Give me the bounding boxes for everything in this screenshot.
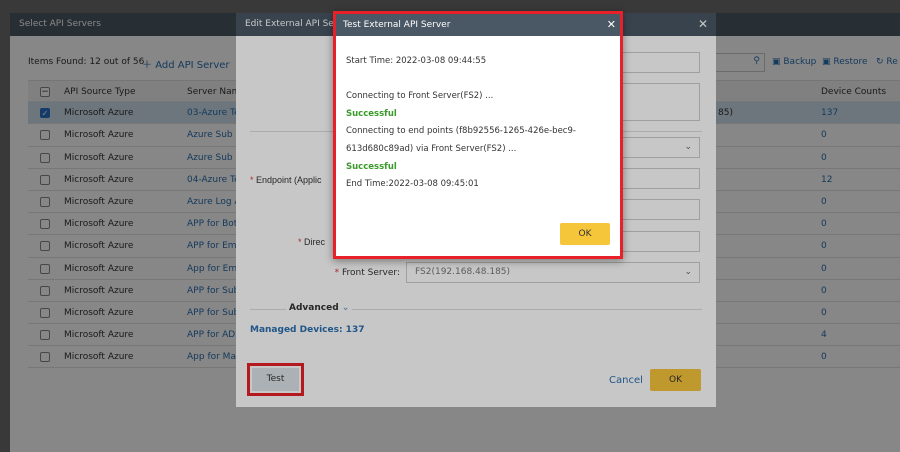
connect-endpoints-cont: 613d680c89ad) via Front Server(FS2) ...: [346, 144, 517, 154]
end-time: End Time:2022-03-08 09:45:01: [346, 179, 479, 189]
dialog-title: Test External API Server: [336, 14, 620, 36]
ok-button[interactable]: OK: [560, 223, 610, 245]
success-status: Successful: [346, 109, 397, 119]
test-external-api-server-dialog: Test External API Server ✕ Start Time: 2…: [333, 11, 623, 259]
success-status: Successful: [346, 162, 397, 172]
connect-front-server: Connecting to Front Server(FS2) ...: [346, 91, 494, 101]
connect-endpoints: Connecting to end points (f8b92556-1265-…: [346, 126, 576, 136]
start-time: Start Time: 2022-03-08 09:44:55: [346, 56, 487, 66]
close-icon[interactable]: ✕: [607, 18, 616, 31]
